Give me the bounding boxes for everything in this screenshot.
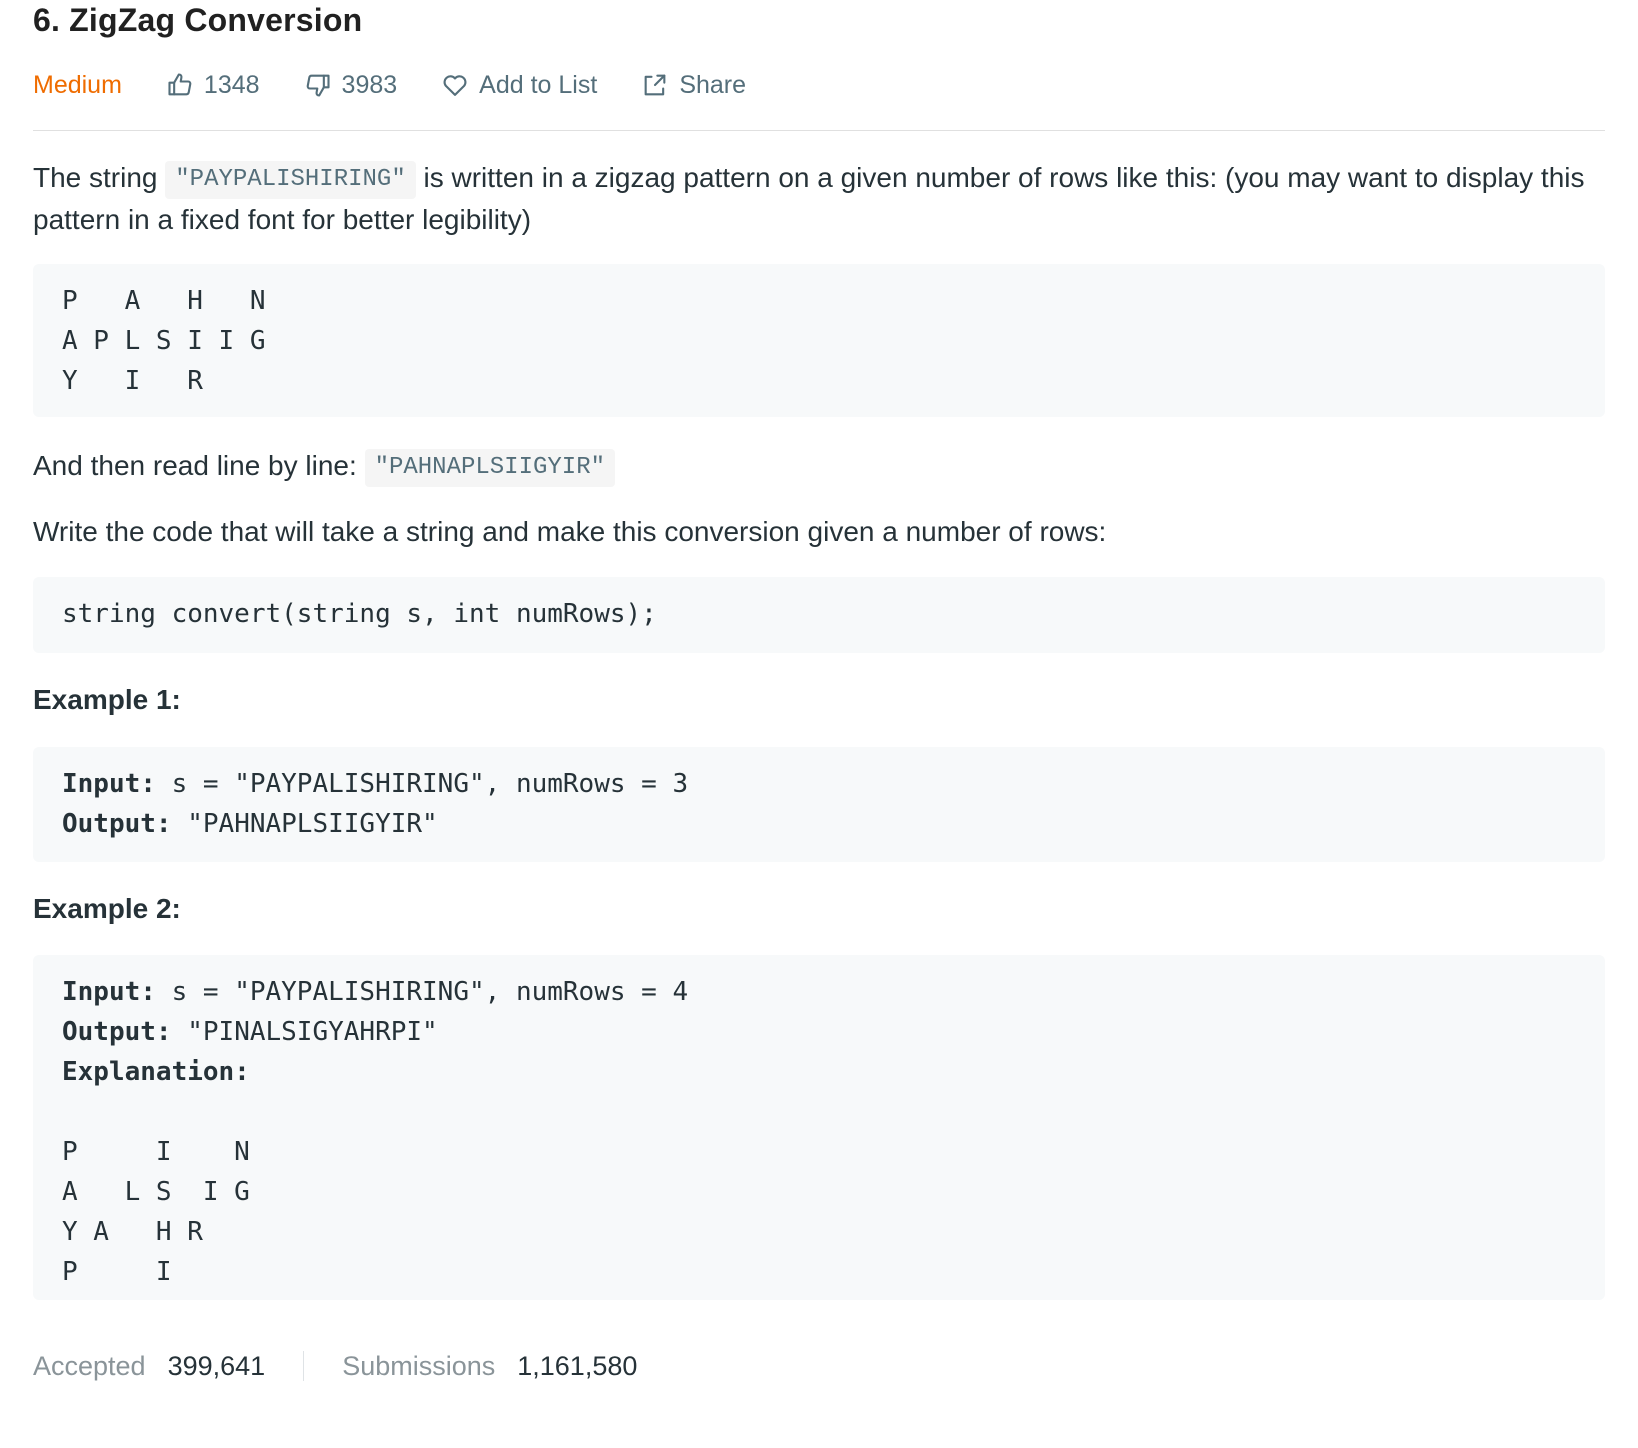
submission-stats: Accepted 399,641 Submissions 1,161,580 [33, 1346, 1605, 1386]
input-label: Input: [62, 977, 156, 1007]
inline-code-input-string: "PAYPALISHIRING" [165, 161, 416, 199]
description-text: The string [33, 162, 166, 193]
thumbs-up-icon [168, 73, 192, 96]
explanation-label: Explanation: [62, 1057, 250, 1087]
example-2-title: Example 2: [33, 893, 181, 924]
problem-title: 6. ZigZag Conversion [33, 2, 363, 38]
description-paragraph-3: Write the code that will take a string a… [33, 516, 1107, 547]
share-button[interactable]: Share [641, 71, 746, 100]
input-value: s = "PAYPALISHIRING", numRows = 4 [155, 977, 689, 1007]
zigzag-pattern-block: P A H N A P L S I I G Y I R [33, 264, 1605, 417]
thumbs-down-icon [306, 74, 330, 97]
accepted-label: Accepted [33, 1350, 146, 1381]
function-signature-block: string convert(string s, int numRows); [33, 577, 1605, 653]
accepted-value: 399,641 [167, 1350, 266, 1381]
share-label: Share [679, 70, 747, 99]
input-label: Input: [62, 769, 156, 799]
example-1-block: Input: s = "PAYPALISHIRING", numRows = 3… [33, 747, 1605, 862]
dislike-count: 3983 [341, 70, 398, 99]
header-divider [33, 130, 1605, 131]
dislike-button[interactable]: 3983 [304, 70, 398, 100]
heart-icon [443, 75, 467, 96]
output-label: Output: [62, 1017, 172, 1047]
stats-divider [303, 1351, 305, 1381]
input-value: s = "PAYPALISHIRING", numRows = 3 [155, 769, 689, 799]
description-text: And then read line by line: [33, 450, 365, 481]
add-to-list-label: Add to List [479, 70, 598, 99]
like-button[interactable]: 1348 [166, 71, 260, 100]
description-paragraph-1: The string "PAYPALISHIRING" is written i… [33, 157, 1605, 241]
example-2-block: Input: s = "PAYPALISHIRING", numRows = 4… [33, 955, 1605, 1300]
problem-meta-bar: Medium 1348 3983 Add to List Share [33, 60, 1605, 110]
share-icon [644, 74, 666, 96]
output-value: "PAHNAPLSIIGYIR" [171, 809, 438, 839]
inline-code-output-string: "PAHNAPLSIIGYIR" [364, 449, 615, 487]
output-value: "PINALSIGYAHRPI" [171, 1017, 438, 1047]
explanation-pattern: P I N A L S I G Y A H R P I [62, 1137, 250, 1287]
description-paragraph-2: And then read line by line: "PAHNAPLSIIG… [33, 445, 1605, 487]
difficulty-label: Medium [33, 70, 122, 99]
add-to-list-button[interactable]: Add to List [441, 71, 597, 100]
output-label: Output: [62, 809, 172, 839]
submissions-value: 1,161,580 [517, 1350, 638, 1381]
like-count: 1348 [203, 70, 260, 99]
problem-page: 6. ZigZag Conversion Medium 1348 3983 Ad… [0, 0, 1638, 1448]
example-1-title: Example 1: [33, 684, 181, 715]
submissions-label: Submissions [342, 1350, 496, 1381]
